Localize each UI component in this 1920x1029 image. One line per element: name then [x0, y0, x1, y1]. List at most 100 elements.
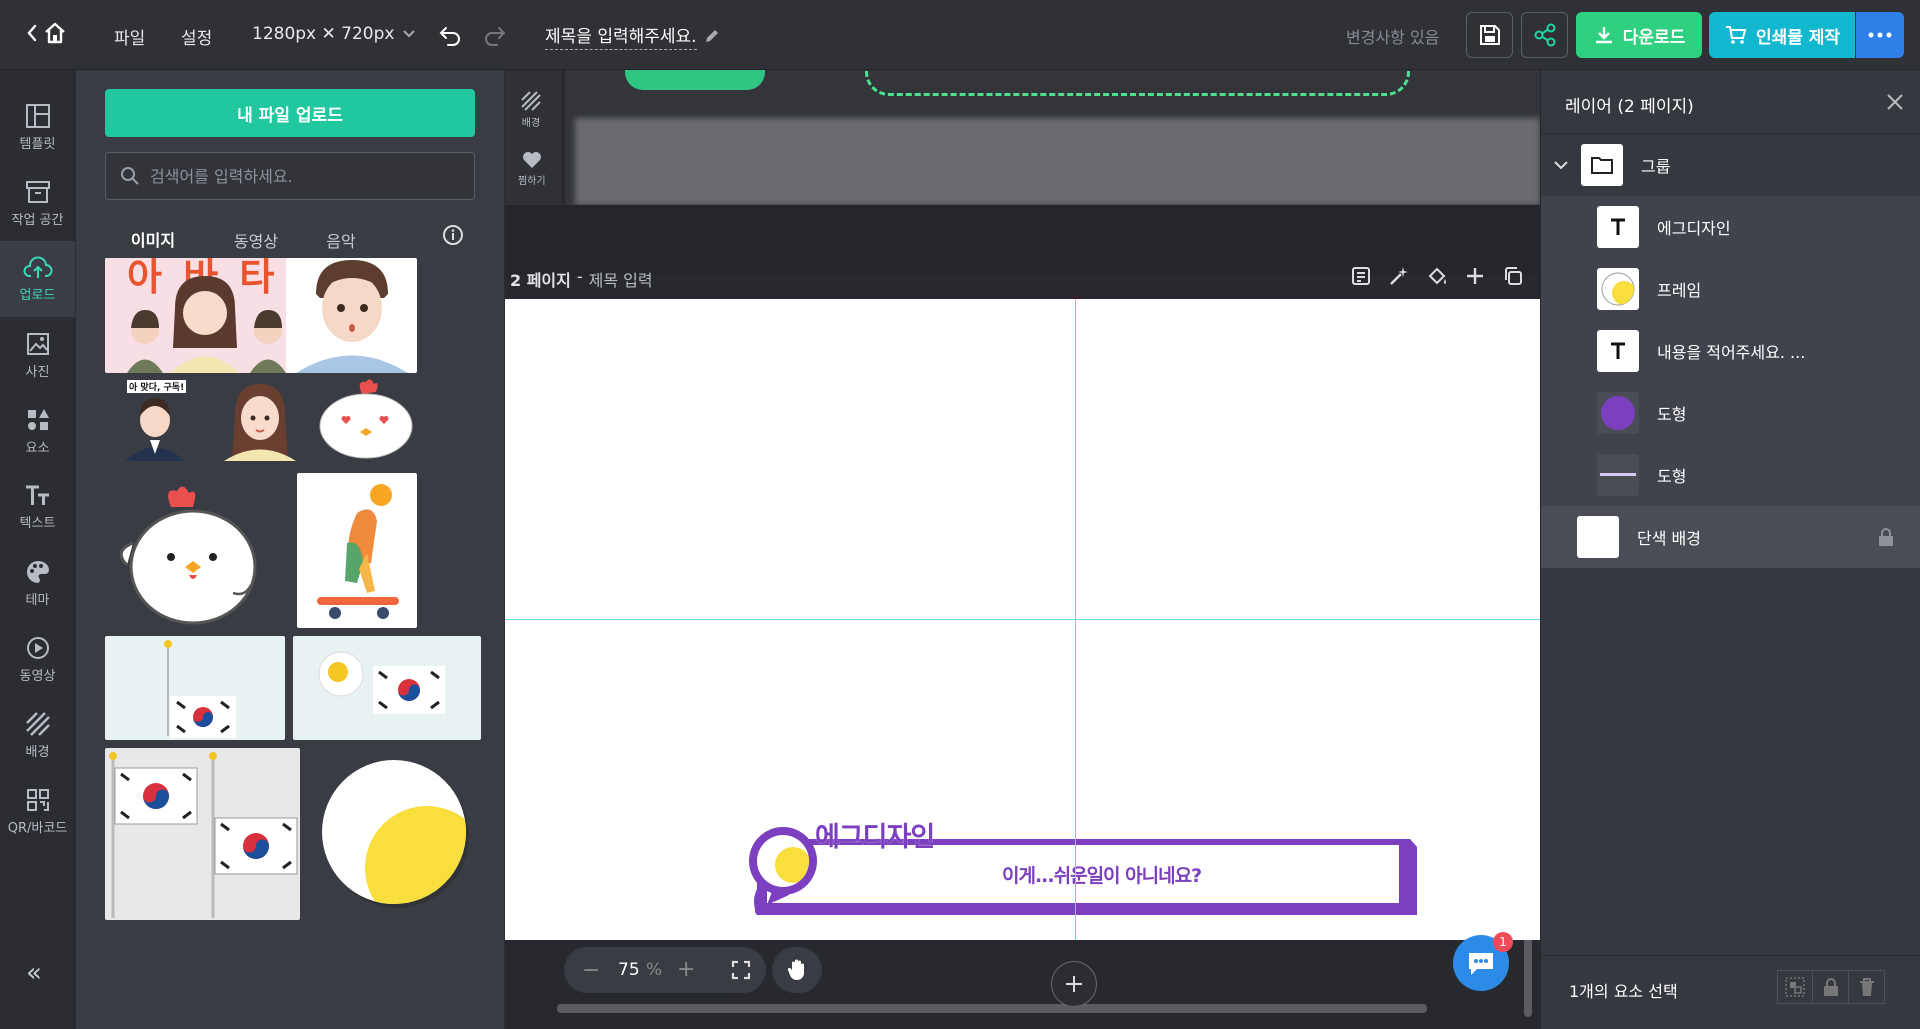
previous-page-preview[interactable]: [565, 70, 1540, 205]
save-button[interactable]: [1466, 12, 1513, 58]
upload-file-button[interactable]: 내 파일 업로드: [105, 89, 475, 137]
rail-label-elements: 요소: [25, 440, 50, 456]
zoom-out-button[interactable]: −: [582, 958, 600, 983]
layer-group[interactable]: 그룹: [1541, 134, 1920, 196]
canvas-size-dropdown[interactable]: 1280px ✕ 720px: [252, 24, 416, 44]
qr-icon: [26, 788, 49, 811]
mini-background-button[interactable]: 배경: [520, 90, 542, 129]
file-menu[interactable]: 파일: [114, 24, 145, 49]
rail-item-qr[interactable]: QR/바코드: [0, 773, 75, 849]
thumb-flag-pole-1[interactable]: [105, 636, 285, 740]
horizontal-scrollbar[interactable]: [557, 1004, 1427, 1013]
duplicate-page-icon[interactable]: [1502, 265, 1524, 287]
delete-button[interactable]: [1849, 970, 1885, 1004]
canvas-size-label: 1280px ✕ 720px: [252, 24, 395, 44]
rail-item-text[interactable]: 텍스트: [0, 469, 75, 545]
paint-bucket-icon[interactable]: [1426, 265, 1448, 287]
layer-item-text-1[interactable]: 에그디자인: [1541, 196, 1920, 258]
layer-actions: [1777, 970, 1885, 1004]
redo-button[interactable]: [480, 20, 510, 50]
asset-panel: 내 파일 업로드 이미지 동영상 음악 아 바 타 아 맞다, 구독!: [76, 70, 504, 1029]
text-t-icon: [1611, 342, 1625, 359]
thumb-two-flags[interactable]: [105, 748, 300, 920]
design-body-text[interactable]: 이게...쉬운일이 아니네요?: [1002, 861, 1202, 888]
collapse-rail-button[interactable]: «: [26, 958, 42, 988]
redo-icon: [485, 27, 506, 46]
hand-tool-button[interactable]: [772, 947, 822, 993]
add-page-icon[interactable]: [1464, 265, 1486, 287]
rail-label-upload: 업로드: [19, 287, 56, 303]
lock-button[interactable]: [1813, 970, 1849, 1004]
thumb-sticker-boy[interactable]: 아 맞다, 구독!: [105, 376, 204, 461]
rail-item-template[interactable]: 템플릿: [0, 89, 75, 165]
search-box[interactable]: [105, 152, 475, 200]
chevron-down-icon[interactable]: [1553, 159, 1569, 171]
chevron-down-icon: [403, 30, 416, 38]
thumb-yellow-frame[interactable]: [311, 748, 481, 920]
heart-icon: [522, 152, 541, 168]
layer-item-frame[interactable]: 프레임: [1541, 258, 1920, 320]
thumb-chick-wave[interactable]: [105, 473, 265, 628]
tab-music[interactable]: 음악: [306, 220, 376, 260]
chevron-left-icon: [27, 24, 37, 42]
print-button[interactable]: 인쇄물 제작: [1709, 12, 1855, 58]
page-title-input[interactable]: 제목 입력: [589, 267, 653, 291]
layer-item-shape-line[interactable]: 도형: [1541, 444, 1920, 506]
share-button[interactable]: [1521, 12, 1568, 58]
rail-item-upload[interactable]: 업로드: [0, 241, 75, 317]
folder-icon: [1591, 157, 1613, 174]
thumb-flag-pole-2[interactable]: [293, 636, 481, 740]
document-title[interactable]: 제목을 입력해주세요.: [545, 22, 721, 50]
rail-label-template: 템플릿: [19, 136, 56, 152]
thumb-girl[interactable]: [210, 376, 309, 461]
thumb-skateboard[interactable]: [297, 473, 417, 628]
background-icon: [521, 91, 541, 111]
tab-image[interactable]: 이미지: [105, 220, 201, 260]
search-input[interactable]: [150, 166, 450, 186]
close-layers-button[interactable]: [1885, 92, 1905, 112]
shape-layer-thumb: [1597, 454, 1639, 496]
rail-item-video[interactable]: 동영상: [0, 621, 75, 697]
undo-button[interactable]: [435, 20, 465, 50]
layer-item-shape-circle[interactable]: 도형: [1541, 382, 1920, 444]
thumb-chick-heart[interactable]: [314, 376, 417, 461]
document-title-text: 제목을 입력해주세요.: [545, 22, 697, 50]
text-icon: [25, 485, 49, 505]
thumb-avatar-banner[interactable]: 아 바 타: [105, 258, 306, 373]
rail-item-background[interactable]: 배경: [0, 697, 75, 773]
mini-like-button[interactable]: 찜하기: [518, 150, 546, 187]
prev-page-blurred-banner: [575, 118, 1540, 205]
frame-icon: [1601, 272, 1635, 306]
lock-icon[interactable]: [1877, 527, 1895, 547]
add-page-button[interactable]: [1051, 961, 1097, 1007]
layer-background[interactable]: 단색 배경: [1541, 506, 1920, 568]
save-icon: [1479, 25, 1500, 45]
rail-label-text: 텍스트: [19, 515, 56, 531]
rail-item-photo[interactable]: 사진: [0, 317, 75, 393]
tab-video[interactable]: 동영상: [211, 220, 301, 260]
note-icon[interactable]: [1350, 265, 1372, 287]
fit-screen-button[interactable]: [716, 947, 766, 993]
zoom-in-button[interactable]: +: [677, 957, 695, 982]
rail-item-workspace[interactable]: 작업 공간: [0, 165, 75, 241]
chat-icon: [1469, 953, 1493, 975]
settings-menu[interactable]: 설정: [181, 24, 212, 49]
top-bar: 파일 설정 1280px ✕ 720px 제목을 입력해주세요. 변경사항 있음…: [0, 0, 1920, 70]
ungroup-button[interactable]: [1777, 970, 1813, 1004]
magic-wand-icon[interactable]: [1388, 265, 1410, 287]
back-home-button[interactable]: [26, 20, 68, 46]
rail-item-theme[interactable]: 테마: [0, 545, 75, 621]
download-button[interactable]: 다운로드: [1576, 12, 1702, 58]
design-name-text[interactable]: 에그디자인: [815, 815, 935, 854]
rail-item-elements[interactable]: 요소: [0, 393, 75, 469]
layer-item-text-2[interactable]: 내용을 적어주세요. ...: [1541, 320, 1920, 382]
zoom-value[interactable]: 75: [618, 960, 640, 980]
palette-icon: [26, 560, 49, 583]
pencil-icon: [705, 30, 718, 42]
share-icon: [1534, 23, 1555, 47]
info-button[interactable]: [442, 224, 464, 246]
save-status: 변경사항 있음: [1346, 28, 1440, 47]
thumb-boy-surprised[interactable]: [286, 258, 417, 373]
layer-name-5: 도형: [1657, 467, 1687, 486]
more-button[interactable]: [1856, 12, 1904, 58]
